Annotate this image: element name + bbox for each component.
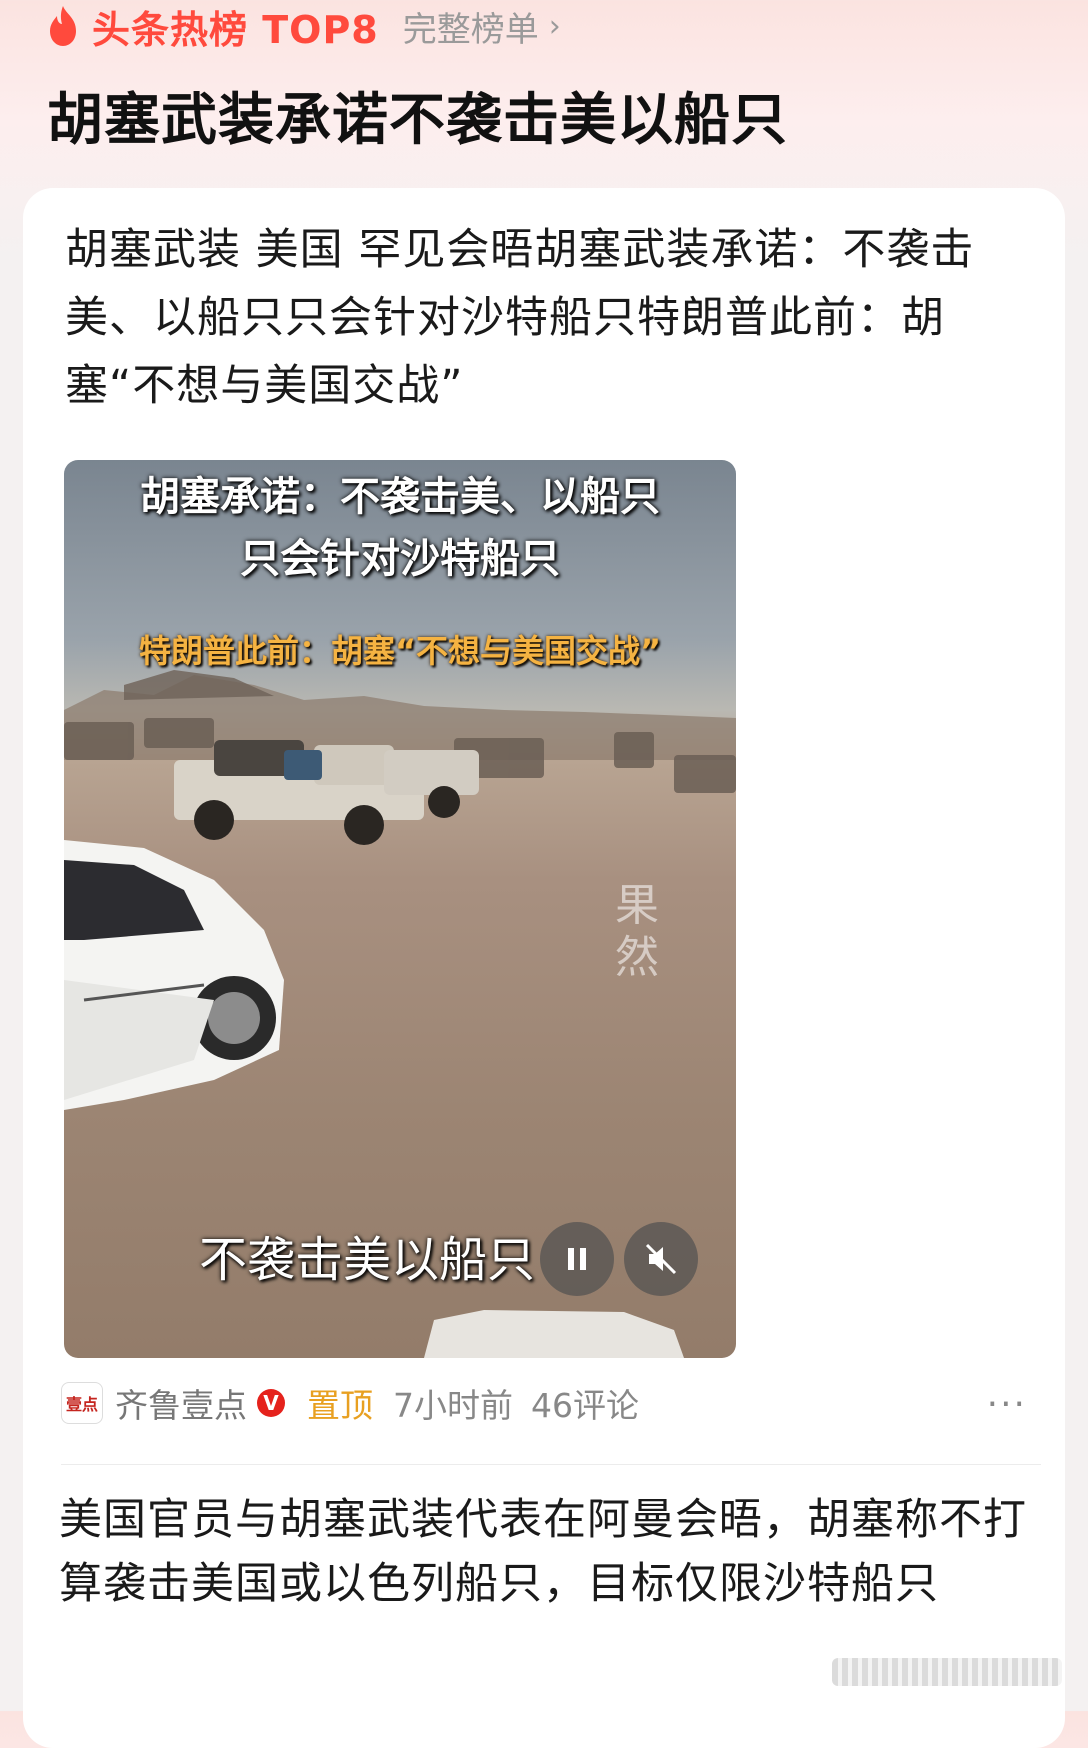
more-options-icon[interactable]: ··· [987, 1384, 1027, 1425]
video-caption-line3: 特朗普此前：胡塞“不想与美国交战” [138, 632, 662, 670]
pinned-tag: 置顶 [307, 1386, 373, 1425]
video-watermark: 果然 [615, 880, 659, 983]
article-meta: 壹点 齐鲁壹点 V 置顶 7小时前 46评论 ··· [61, 1378, 1041, 1428]
article-body[interactable]: 美国官员与胡塞武装代表在阿曼会晤，胡塞称不打算袭击美国或以色列船只，目标仅限沙特… [59, 1488, 1049, 1616]
source-name[interactable]: 齐鲁壹点 [115, 1379, 247, 1427]
mute-button[interactable] [624, 1222, 698, 1296]
source-logo[interactable]: 壹点 [61, 1382, 103, 1424]
page-title: 胡塞武装承诺不袭击美以船只 [47, 88, 788, 153]
video-subtitle: 不袭击美以船只 [199, 1232, 536, 1288]
comment-count[interactable]: 46评论 [531, 1379, 639, 1427]
video-caption-line2: 只会针对沙特船只 [240, 536, 560, 582]
publish-time: 7小时前 [393, 1386, 513, 1425]
mute-icon [645, 1243, 677, 1275]
flame-icon [50, 6, 76, 46]
hot-list-label: 头条热榜 TOP8 [92, 7, 379, 52]
pause-button[interactable] [540, 1222, 614, 1296]
full-list-link[interactable]: 完整榜单 [403, 2, 539, 51]
video-caption-line1: 胡塞承诺：不袭击美、以船只 [140, 474, 660, 520]
news-card: 胡塞武装 美国 罕见会晤胡塞武装承诺：不袭击美、以船只只会针对沙特船只特朗普此前… [23, 188, 1065, 1748]
verified-badge: V [257, 1389, 285, 1417]
hot-list-bar[interactable]: 头条热榜 TOP8 完整榜单 › [44, 0, 561, 52]
video-player[interactable]: 胡塞承诺：不袭击美、以船只 只会针对沙特船只 特朗普此前：胡塞“不想与美国交战”… [64, 460, 736, 1358]
watermark-strip [832, 1658, 1062, 1686]
news-summary[interactable]: 胡塞武装 美国 罕见会晤胡塞武装承诺：不袭击美、以船只只会针对沙特船只特朗普此前… [65, 216, 1045, 420]
divider [61, 1464, 1041, 1465]
chevron-right-icon: › [548, 8, 561, 44]
pause-icon [568, 1248, 586, 1270]
